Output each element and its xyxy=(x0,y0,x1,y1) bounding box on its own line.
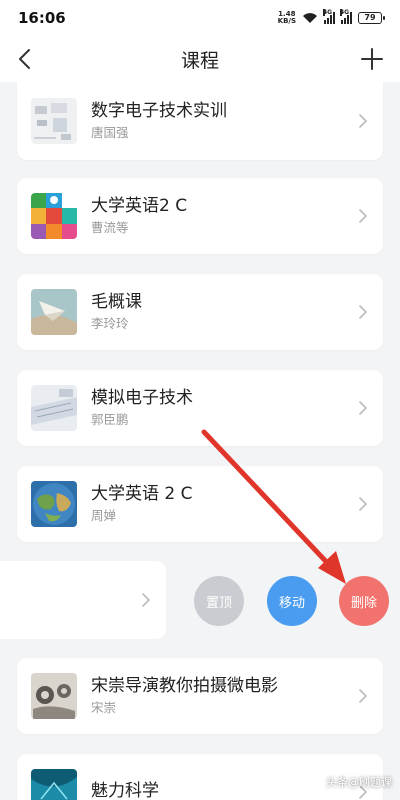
course-name: 宋崇导演教你拍摄微电影 xyxy=(91,676,278,696)
nav-bar: 课程 xyxy=(0,36,400,82)
course-name: 毛概课 xyxy=(91,292,142,312)
chevron-right-icon xyxy=(359,114,368,128)
status-icons: 1.48 KB/S 4G 4G 79 xyxy=(278,9,385,25)
course-name: 模拟电子技术 xyxy=(91,388,193,408)
page-title: 课程 xyxy=(180,49,219,72)
chevron-right-icon xyxy=(359,497,368,511)
move-button[interactable]: 移动 xyxy=(267,576,317,626)
course-card[interactable]: 大学英语2 C 曹流等 xyxy=(17,178,383,254)
course-thumbnail xyxy=(31,481,77,527)
course-card[interactable]: 数字电子技术实训 唐国强 xyxy=(17,82,383,160)
course-card[interactable]: 模拟电子技术 郭臣鹏 xyxy=(17,370,383,446)
watermark: 头条@刷题课 xyxy=(306,774,392,790)
chevron-right-icon xyxy=(359,401,368,415)
course-thumbnail xyxy=(31,289,77,335)
course-name: 大学英语2 C xyxy=(91,196,188,216)
status-time: 16:06 xyxy=(18,9,66,27)
course-name: 数字电子技术实训 xyxy=(91,101,227,121)
course-teacher: 郭臣鹏 xyxy=(91,412,129,427)
back-icon[interactable] xyxy=(12,45,40,73)
chevron-right-icon xyxy=(359,305,368,319)
watermark-logo-icon xyxy=(306,774,322,790)
course-teacher: 周婵 xyxy=(91,508,117,523)
battery-icon: 79 xyxy=(358,12,385,24)
chevron-right-icon xyxy=(142,593,151,607)
course-teacher: 曹流等 xyxy=(91,220,129,235)
course-thumbnail xyxy=(31,193,77,239)
course-teacher: 唐国强 xyxy=(91,125,129,140)
chevron-right-icon xyxy=(359,209,368,223)
course-name: 大学英语 2 C xyxy=(91,484,193,504)
status-bar: 16:06 1.48 KB/S 4G 4G 79 xyxy=(0,0,400,36)
watermark-text: 头条@刷题课 xyxy=(326,776,392,789)
signal-icon: 4G xyxy=(323,9,335,24)
course-card[interactable]: 宋崇导演教你拍摄微电影 宋崇 xyxy=(17,658,383,734)
course-card[interactable]: 大学英语 2 C 周婵 xyxy=(17,466,383,542)
network-speed-unit: KB/S xyxy=(277,17,296,25)
chevron-right-icon xyxy=(359,689,368,703)
network-speed: 1.48 KB/S xyxy=(278,11,296,25)
course-teacher: 宋崇 xyxy=(91,700,117,715)
signal-tag: 4G xyxy=(340,9,350,16)
signal-tag: 4G xyxy=(323,9,333,16)
wifi-icon xyxy=(303,13,317,23)
course-thumbnail xyxy=(31,385,77,431)
pin-button[interactable]: 置顶 xyxy=(194,576,244,626)
course-thumbnail xyxy=(31,673,77,719)
add-icon[interactable] xyxy=(358,45,386,73)
course-card[interactable]: 毛概课 李玲玲 xyxy=(17,274,383,350)
swiped-course-card[interactable] xyxy=(0,561,166,639)
signal-icon: 4G xyxy=(340,9,352,24)
course-thumbnail xyxy=(31,769,77,800)
course-teacher: 李玲玲 xyxy=(91,316,129,331)
delete-button[interactable]: 删除 xyxy=(339,576,389,626)
course-thumbnail xyxy=(31,98,77,144)
